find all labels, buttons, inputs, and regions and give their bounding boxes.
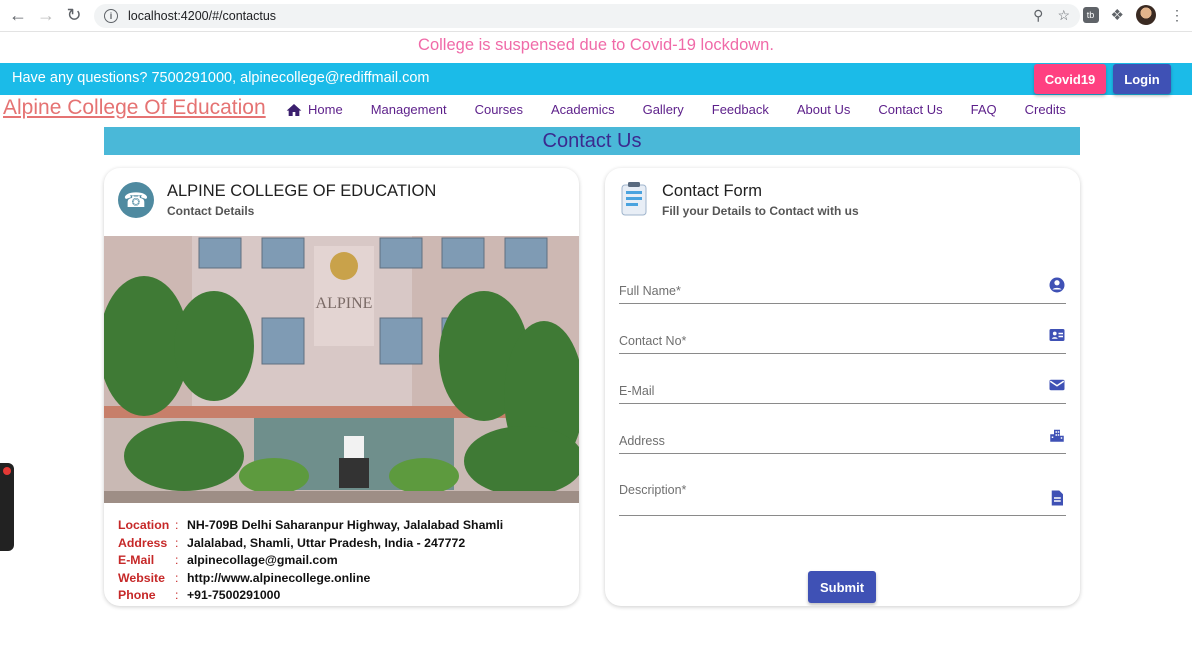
kebab-menu-icon[interactable]: ⋮ xyxy=(1170,7,1184,24)
address-field[interactable]: Address xyxy=(619,429,1066,454)
home-icon xyxy=(286,103,302,116)
detail-colon: : xyxy=(175,518,179,532)
college-building-image: ALPINE xyxy=(104,236,579,503)
screenrec-label: screenrec xyxy=(0,547,1,595)
nav-academics[interactable]: Academics xyxy=(551,102,615,117)
location-city-icon xyxy=(1050,429,1064,442)
detail-colon: : xyxy=(175,588,179,602)
detail-label: Website xyxy=(118,570,165,585)
nav-credits[interactable]: Credits xyxy=(1025,102,1066,117)
form-document-icon xyxy=(621,182,647,216)
nav-faq[interactable]: FAQ xyxy=(971,102,997,117)
contact-no-placeholder: Contact No* xyxy=(619,334,687,348)
main-nav: Home Management Courses Academics Galler… xyxy=(286,102,1094,117)
nav-courses[interactable]: Courses xyxy=(475,102,523,117)
puzzle-icon[interactable]: ❖ xyxy=(1111,6,1124,24)
nav-feedback[interactable]: Feedback xyxy=(712,102,769,117)
detail-value[interactable]: http://www.alpinecollege.online xyxy=(187,570,370,588)
info-bar: Have any questions? 7500291000, alpineco… xyxy=(0,63,1192,95)
contact-card-icon xyxy=(1049,329,1065,341)
extension-icon[interactable]: tb xyxy=(1082,7,1099,23)
nav-home[interactable]: Home xyxy=(286,102,343,117)
detail-row-phone: Phone No : +91-7500291000 xyxy=(118,587,503,606)
submit-button[interactable]: Submit xyxy=(808,571,876,603)
address-bar[interactable]: i localhost:4200/#/contactus ⚲ ☆ xyxy=(94,4,1080,28)
full-name-field[interactable]: Full Name* xyxy=(619,277,1066,304)
contact-form-title: Contact Form xyxy=(662,182,762,200)
brand-link[interactable]: Alpine College Of Education xyxy=(3,96,266,120)
contact-question-text: Have any questions? 7500291000, alpineco… xyxy=(12,70,430,86)
building-sign: ALPINE xyxy=(316,295,373,312)
contact-details-card: ☎ ALPINE COLLEGE OF EDUCATION Contact De… xyxy=(104,168,579,606)
contact-form-subtitle: Fill your Details to Contact with us xyxy=(662,204,859,218)
url-text[interactable]: localhost:4200/#/contactus xyxy=(128,9,276,23)
address-placeholder: Address xyxy=(619,434,665,448)
detail-label: Address xyxy=(118,535,168,550)
detail-row-location: Location : NH-709B Delhi Saharanpur High… xyxy=(118,517,503,535)
detail-value: Jalalabad, Shamli, Uttar Pradesh, India … xyxy=(187,535,466,550)
nav-management[interactable]: Management xyxy=(371,102,447,117)
detail-colon: : xyxy=(175,570,179,585)
detail-colon: : xyxy=(175,553,179,567)
detail-row-address: Address : Jalalabad, Shamli, Uttar Prade… xyxy=(118,535,503,553)
screenrec-badge[interactable]: screenrec xyxy=(0,463,14,595)
browser-toolbar: ← → ↻ i localhost:4200/#/contactus ⚲ ☆ t… xyxy=(0,0,1192,32)
contact-details-subtitle: Contact Details xyxy=(167,204,255,218)
login-button[interactable]: Login xyxy=(1113,64,1171,94)
nav-gallery[interactable]: Gallery xyxy=(643,102,684,117)
covid19-button[interactable]: Covid19 xyxy=(1034,64,1106,94)
full-name-placeholder: Full Name* xyxy=(619,284,681,298)
detail-row-email: E-Mail : alpinecollage@gmail.com xyxy=(118,552,503,570)
account-circle-icon xyxy=(1049,277,1065,293)
nav-contact-us[interactable]: Contact Us xyxy=(878,102,942,117)
email-field[interactable]: E-Mail xyxy=(619,379,1066,404)
description-placeholder: Description* xyxy=(619,483,687,497)
key-icon[interactable]: ⚲ xyxy=(1033,7,1043,24)
lockdown-notice: College is suspensed due to Covid-19 loc… xyxy=(418,36,774,54)
star-icon[interactable]: ☆ xyxy=(1057,7,1070,24)
profile-avatar[interactable] xyxy=(1136,5,1156,25)
info-icon[interactable]: i xyxy=(104,9,118,23)
record-dot-icon xyxy=(3,467,11,475)
mail-icon xyxy=(1049,379,1065,391)
detail-label: Location xyxy=(118,518,170,532)
detail-label: E-Mail xyxy=(118,553,155,567)
email-placeholder: E-Mail xyxy=(619,384,655,398)
detail-colon: : xyxy=(175,535,179,550)
reload-icon[interactable]: ↻ xyxy=(60,2,88,30)
back-arrow-icon[interactable]: ← xyxy=(4,2,32,30)
description-field[interactable]: Description* xyxy=(619,481,1066,516)
detail-value: NH-709B Delhi Saharanpur Highway, Jalala… xyxy=(187,518,504,532)
detail-value: +91-7500291000 xyxy=(187,588,281,602)
contact-details-list: Location : NH-709B Delhi Saharanpur High… xyxy=(118,517,503,606)
detail-row-website: Website : http://www.alpinecollege.onlin… xyxy=(118,570,503,588)
description-icon xyxy=(1051,490,1063,506)
college-name-title: ALPINE COLLEGE OF EDUCATION xyxy=(167,182,437,200)
contact-form-card: Contact Form Fill your Details to Contac… xyxy=(605,168,1080,606)
contact-no-field[interactable]: Contact No* xyxy=(619,329,1066,354)
forward-arrow-icon[interactable]: → xyxy=(32,2,60,30)
phone-icon: ☎ xyxy=(118,182,154,218)
detail-label: Phone No xyxy=(118,588,156,606)
detail-value[interactable]: alpinecollage@gmail.com xyxy=(187,552,338,570)
nav-home-label: Home xyxy=(308,102,343,117)
page-title: Contact Us xyxy=(104,127,1080,155)
nav-about-us[interactable]: About Us xyxy=(797,102,850,117)
